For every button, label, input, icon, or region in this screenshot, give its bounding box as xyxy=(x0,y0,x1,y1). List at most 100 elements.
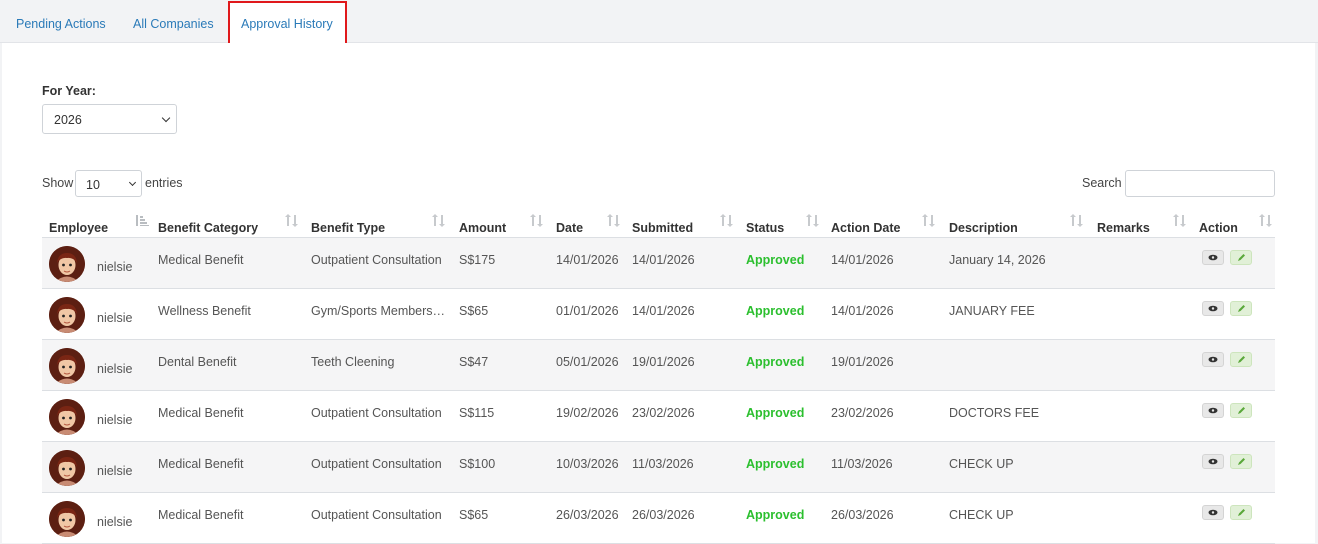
view-button[interactable] xyxy=(1202,454,1224,469)
eye-icon xyxy=(1208,305,1218,312)
pencil-icon xyxy=(1238,458,1245,465)
benefit-category-cell: Medical Benefit xyxy=(158,253,244,267)
submitted-cell: 14/01/2026 xyxy=(632,253,695,267)
action-date-cell: 14/01/2026 xyxy=(831,304,894,318)
sort-asc-icon[interactable] xyxy=(136,215,149,226)
view-button[interactable] xyxy=(1202,301,1224,316)
description-cell: DOCTORS FEE xyxy=(949,406,1040,420)
status-badge: Approved xyxy=(746,457,805,471)
table-row: nielsie Dental Benefit Teeth Cleening S$47 0… xyxy=(42,340,1275,391)
edit-button[interactable] xyxy=(1230,301,1252,316)
sort-icon[interactable] xyxy=(1070,214,1083,227)
edit-button[interactable] xyxy=(1230,505,1252,520)
status-badge: Approved xyxy=(746,508,805,522)
pencil-icon xyxy=(1238,356,1245,363)
col-action[interactable]: Action xyxy=(1199,221,1238,238)
view-button[interactable] xyxy=(1202,352,1224,367)
employee-name: nielsie xyxy=(97,515,133,529)
edit-button[interactable] xyxy=(1230,454,1252,469)
status-badge: Approved xyxy=(746,355,805,369)
status-badge: Approved xyxy=(746,253,805,267)
col-amount[interactable]: Amount xyxy=(459,221,506,238)
table-row: nielsie Medical Benefit Outpatient Consult… xyxy=(42,442,1275,493)
date-cell: 14/01/2026 xyxy=(556,253,619,267)
main-panel: For Year: 2026 Show 10 entries Search Em… xyxy=(2,43,1315,544)
description-cell: CHECK UP xyxy=(949,508,1014,522)
date-cell: 01/01/2026 xyxy=(556,304,619,318)
pencil-icon xyxy=(1238,407,1245,414)
sort-icon[interactable] xyxy=(922,214,935,227)
submitted-cell: 14/01/2026 xyxy=(632,304,695,318)
sort-icon[interactable] xyxy=(530,214,543,227)
col-status[interactable]: Status xyxy=(746,221,784,238)
benefit-type-cell: Gym/Sports Members… xyxy=(311,304,446,318)
col-submitted[interactable]: Submitted xyxy=(632,221,693,238)
col-action-date[interactable]: Action Date xyxy=(831,221,900,238)
action-date-cell: 26/03/2026 xyxy=(831,508,894,522)
amount-cell: S$115 xyxy=(459,406,495,420)
amount-cell: S$175 xyxy=(459,253,496,267)
sort-icon[interactable] xyxy=(1173,214,1186,227)
employee-name: nielsie xyxy=(97,413,133,427)
eye-icon xyxy=(1208,254,1218,261)
show-label: Show xyxy=(42,176,74,190)
view-button[interactable] xyxy=(1202,403,1224,418)
edit-button[interactable] xyxy=(1230,403,1252,418)
status-badge: Approved xyxy=(746,304,805,318)
employee-name: nielsie xyxy=(97,464,133,478)
amount-cell: S$65 xyxy=(459,508,489,522)
tab-approval-history[interactable]: Approval History xyxy=(241,0,333,43)
year-select[interactable]: 2026 xyxy=(42,104,177,134)
amount-cell: S$47 xyxy=(459,355,489,369)
status-badge: Approved xyxy=(746,406,805,420)
sort-icon[interactable] xyxy=(432,214,445,227)
pencil-icon xyxy=(1238,305,1245,312)
tab-all-companies[interactable]: All Companies xyxy=(133,0,214,43)
benefit-type-cell: Teeth Cleening xyxy=(311,355,395,369)
edit-button[interactable] xyxy=(1230,352,1252,367)
table-row: nielsie Medical Benefit Outpatient Consult… xyxy=(42,391,1275,442)
for-year-label: For Year: xyxy=(42,84,96,98)
col-employee[interactable]: Employee xyxy=(49,221,108,238)
avatar xyxy=(49,450,85,486)
benefit-type-cell: Outpatient Consultation xyxy=(311,253,442,267)
action-date-cell: 23/02/2026 xyxy=(831,406,894,420)
sort-icon[interactable] xyxy=(806,214,819,227)
benefit-category-cell: Medical Benefit xyxy=(158,457,244,471)
search-label: Search xyxy=(1082,176,1122,190)
sort-icon[interactable] xyxy=(1259,214,1272,227)
table-row: nielsie Medical Benefit Outpatient Consult… xyxy=(42,493,1275,544)
col-date[interactable]: Date xyxy=(556,221,583,238)
col-benefit-type[interactable]: Benefit Type xyxy=(311,221,385,238)
avatar xyxy=(49,297,85,333)
date-cell: 05/01/2026 xyxy=(556,355,619,369)
avatar xyxy=(49,246,85,282)
search-input[interactable] xyxy=(1125,170,1275,197)
sort-icon[interactable] xyxy=(607,214,620,227)
action-date-cell: 19/01/2026 xyxy=(831,355,894,369)
entries-select-value: 10 xyxy=(86,178,100,192)
benefit-category-cell: Wellness Benefit xyxy=(158,304,251,318)
submitted-cell: 26/03/2026 xyxy=(632,508,695,522)
sort-icon[interactable] xyxy=(285,214,298,227)
action-date-cell: 14/01/2026 xyxy=(831,253,894,267)
edit-button[interactable] xyxy=(1230,250,1252,265)
eye-icon xyxy=(1208,458,1218,465)
view-button[interactable] xyxy=(1202,505,1224,520)
col-remarks[interactable]: Remarks xyxy=(1097,221,1150,238)
eye-icon xyxy=(1208,356,1218,363)
view-button[interactable] xyxy=(1202,250,1224,265)
entries-select[interactable]: 10 xyxy=(75,170,142,197)
amount-cell: S$100 xyxy=(459,457,496,471)
col-benefit-category[interactable]: Benefit Category xyxy=(158,221,258,238)
avatar xyxy=(49,399,85,435)
col-description[interactable]: Description xyxy=(949,221,1018,238)
description-cell: CHECK UP xyxy=(949,457,1014,471)
description-cell: January 14, 2026 xyxy=(949,253,1046,267)
date-cell: 26/03/2026 xyxy=(556,508,619,522)
table-row: nielsie Medical Benefit Outpatient Consult… xyxy=(42,238,1275,289)
tab-pending-actions[interactable]: Pending Actions xyxy=(16,0,106,43)
sort-icon[interactable] xyxy=(720,214,733,227)
date-cell: 10/03/2026 xyxy=(556,457,619,471)
chevron-down-icon xyxy=(161,113,171,123)
